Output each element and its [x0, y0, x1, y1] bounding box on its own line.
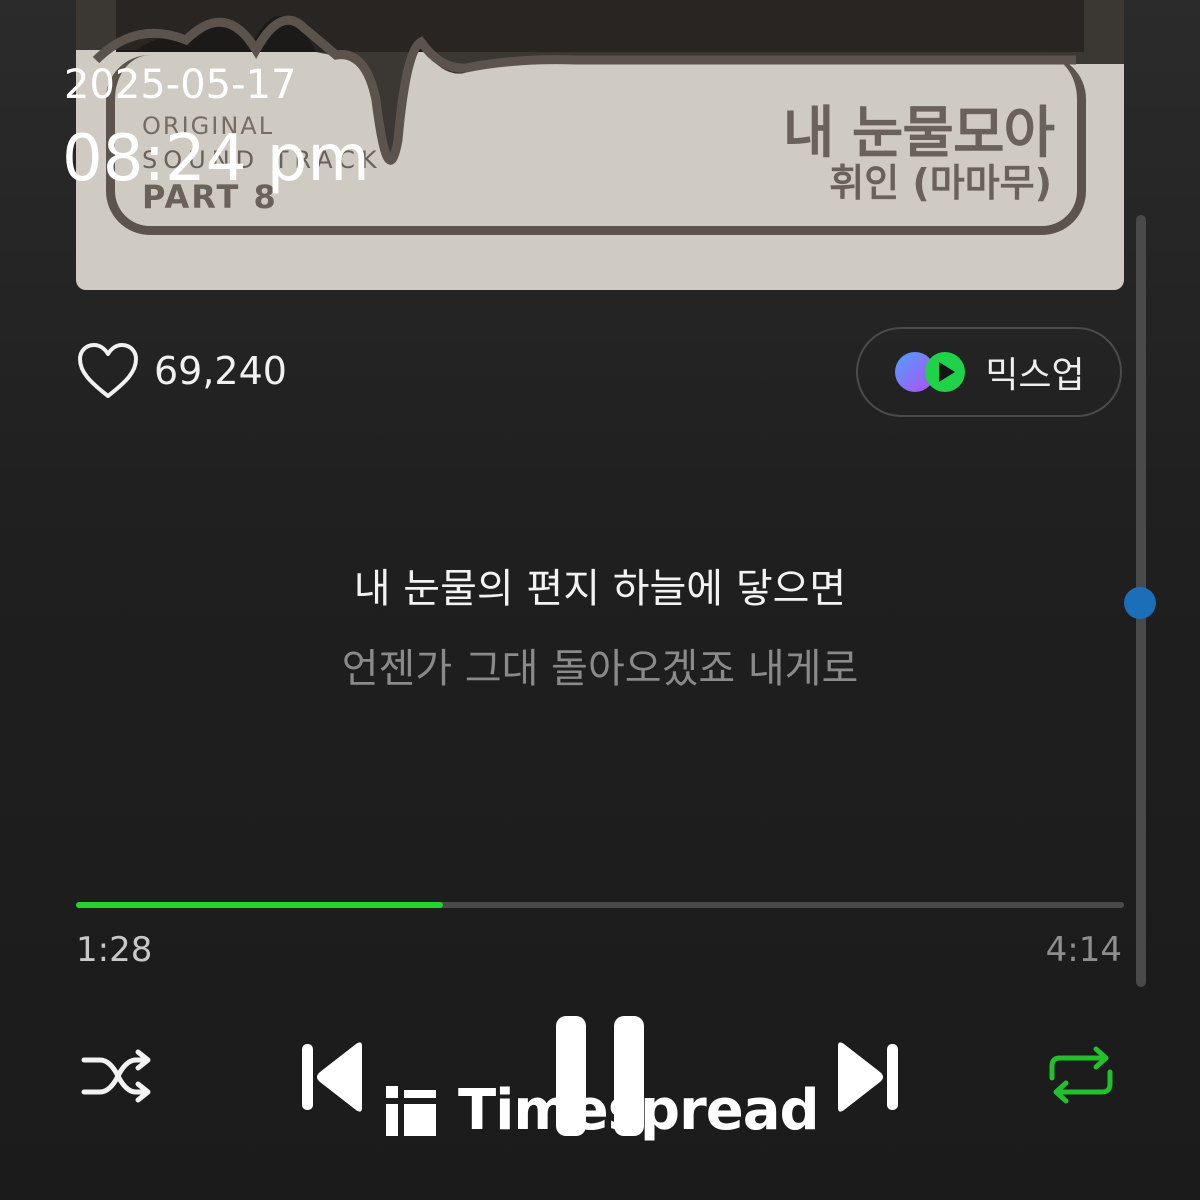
playback-progress-bar[interactable] [76, 902, 1124, 908]
album-artist: 휘인 (마마무) [829, 161, 1052, 205]
overlay-date: 2025-05-17 [64, 62, 297, 108]
timespread-logo-icon [386, 1085, 436, 1136]
lyric-current-line[interactable]: 내 눈물의 편지 하늘에 닿으면 [0, 556, 1200, 614]
mixup-logo-icon [895, 352, 966, 392]
mixup-button[interactable]: 믹스업 [856, 327, 1122, 417]
previous-track-button[interactable] [300, 1040, 366, 1118]
shuffle-button[interactable] [80, 1046, 154, 1110]
repeat-icon [1049, 1046, 1113, 1104]
playback-progress-fill [76, 902, 443, 908]
total-time: 4:14 [1045, 930, 1122, 970]
elapsed-time: 1:28 [76, 930, 153, 970]
next-track-button[interactable] [834, 1040, 900, 1118]
next-track-icon [838, 1042, 898, 1112]
watermark-text: Timespread [458, 1078, 820, 1143]
scrollbar-thumb[interactable] [1124, 587, 1156, 619]
like-button[interactable]: 69,240 [76, 342, 287, 400]
previous-track-icon [302, 1042, 362, 1112]
lyric-next-line[interactable]: 언젠가 그대 돌아오겠죠 내게로 [0, 636, 1200, 694]
overlay-time: 08:24 pm [62, 122, 370, 196]
repeat-button[interactable] [1046, 1044, 1116, 1110]
shuffle-icon [81, 1049, 151, 1103]
watermark: Timespread [386, 1078, 820, 1143]
mixup-label: 믹스업 [985, 355, 1085, 396]
heart-icon [78, 343, 138, 398]
like-count: 69,240 [154, 349, 287, 393]
